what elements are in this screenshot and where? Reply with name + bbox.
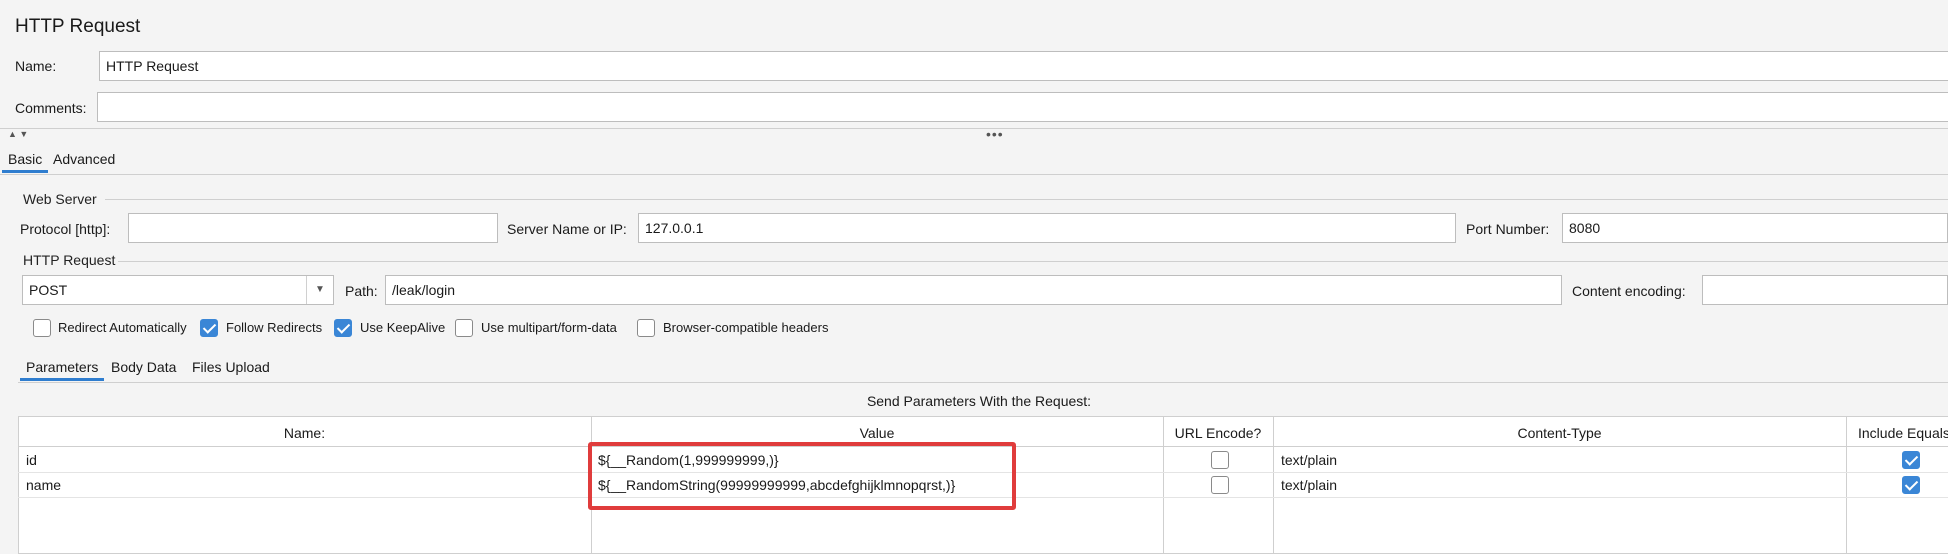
splitter-grip-icon[interactable]: ••• (986, 126, 1004, 142)
path-field[interactable]: /leak/login (385, 275, 1562, 305)
param-name-cell[interactable]: id (26, 452, 586, 468)
server-field[interactable]: 127.0.0.1 (638, 213, 1456, 243)
collapse-arrows-icon[interactable]: ▲ ▼ (8, 129, 28, 139)
splitter-line (0, 128, 1948, 129)
comments-field[interactable] (97, 92, 1948, 122)
param-name-cell[interactable]: name (26, 477, 586, 493)
tab-parameters[interactable]: Parameters (19, 359, 105, 381)
col-header-name[interactable]: Name: (18, 425, 591, 441)
tab-basic[interactable]: Basic (1, 151, 49, 173)
http-request-section: HTTP Request (23, 252, 116, 268)
port-field[interactable]: 8080 (1562, 213, 1948, 243)
name-field[interactable]: HTTP Request (99, 51, 1948, 81)
keepalive-checkbox[interactable] (334, 319, 352, 337)
highlight-box (588, 442, 1016, 510)
protocol-field[interactable] (128, 213, 498, 243)
follow-redirects-label: Follow Redirects (226, 320, 323, 335)
browser-headers-checkbox[interactable] (637, 319, 655, 337)
redirect-auto-label: Redirect Automatically (58, 320, 187, 335)
path-label: Path: (345, 283, 378, 299)
col-header-value[interactable]: Value (591, 425, 1163, 441)
encoding-label: Content encoding: (1572, 283, 1686, 299)
content-type-cell[interactable]: text/plain (1281, 452, 1841, 468)
server-label: Server Name or IP: (507, 221, 627, 237)
url-encode-checkbox[interactable] (1211, 476, 1229, 494)
redirect-auto-checkbox[interactable] (33, 319, 51, 337)
params-caption: Send Parameters With the Request: (866, 393, 1092, 409)
col-header-content-type[interactable]: Content-Type (1273, 425, 1846, 441)
multipart-checkbox[interactable] (455, 319, 473, 337)
follow-redirects-checkbox[interactable] (200, 319, 218, 337)
protocol-label: Protocol [http]: (20, 221, 111, 237)
panel-title: HTTP Request (15, 16, 141, 37)
web-server-section: Web Server (23, 191, 97, 207)
encoding-field[interactable] (1702, 275, 1948, 305)
comments-label: Comments: (15, 100, 87, 116)
method-value: POST (29, 282, 68, 298)
col-header-include-equals[interactable]: Include Equals? (1858, 425, 1948, 441)
chevron-down-icon[interactable]: ▼ (306, 276, 333, 304)
tab-body-data[interactable]: Body Data (111, 359, 176, 375)
include-equals-checkbox[interactable] (1902, 476, 1920, 494)
include-equals-checkbox[interactable] (1902, 451, 1920, 469)
http-request-rule (118, 261, 1948, 262)
method-select[interactable]: POST (22, 275, 334, 305)
browser-headers-label: Browser-compatible headers (663, 320, 829, 335)
subtab-divider (18, 382, 1948, 383)
port-label: Port Number: (1466, 221, 1550, 237)
multipart-label: Use multipart/form-data (481, 320, 617, 335)
content-type-cell[interactable]: text/plain (1281, 477, 1841, 493)
tab-files-upload[interactable]: Files Upload (192, 359, 270, 375)
col-header-url-encode[interactable]: URL Encode? (1163, 425, 1273, 441)
tab-divider (0, 174, 1948, 175)
keepalive-label: Use KeepAlive (360, 320, 446, 335)
col-sep (1846, 416, 1847, 554)
web-server-rule (105, 199, 1948, 200)
name-label: Name: (15, 58, 57, 74)
url-encode-checkbox[interactable] (1211, 451, 1229, 469)
tab-advanced[interactable]: Advanced (53, 151, 115, 167)
